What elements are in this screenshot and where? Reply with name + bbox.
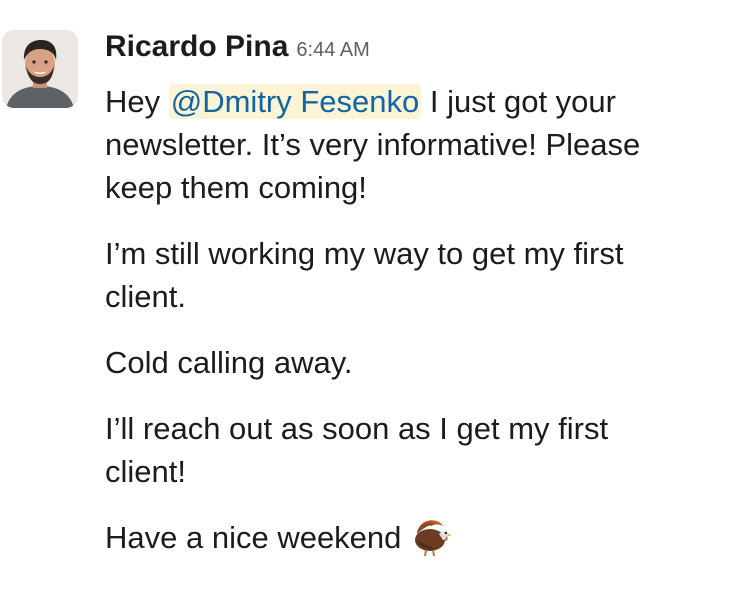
message-paragraph: Have a nice weekend	[105, 516, 736, 559]
message-body: Hey @Dmitry Fesenko I just got your news…	[105, 80, 736, 582]
sender-avatar[interactable]	[2, 30, 78, 108]
message-line: Hey @Dmitry Fesenko I just got your	[105, 84, 616, 119]
message-line: I’ll reach out as soon as I get my first	[105, 411, 609, 446]
user-mention[interactable]: @Dmitry Fesenko	[168, 84, 422, 119]
message-line: Cold calling away.	[105, 345, 353, 380]
message-paragraph: Hey @Dmitry Fesenko I just got your news…	[105, 80, 736, 209]
turkey-emoji-icon[interactable]	[409, 516, 453, 558]
message-paragraph: I’m still working my way to get my first…	[105, 232, 736, 318]
message-paragraph: Cold calling away.	[105, 341, 736, 384]
message-line: I’m still working my way to get my first	[105, 236, 624, 271]
sender-name[interactable]: Ricardo Pina	[105, 30, 288, 63]
message: Ricardo Pina 6:44 AM Hey @Dmitry Fesenko …	[0, 0, 736, 606]
user-photo-avatar-icon	[2, 30, 78, 108]
message-header: Ricardo Pina 6:44 AM	[105, 30, 370, 74]
message-line: Have a nice weekend	[105, 520, 402, 555]
message-line: client!	[105, 454, 186, 489]
message-timestamp[interactable]: 6:44 AM	[296, 39, 369, 61]
message-line: newsletter. It’s very informative! Pleas…	[105, 127, 641, 162]
message-paragraph: I’ll reach out as soon as I get my first…	[105, 407, 736, 493]
message-line: client.	[105, 279, 186, 314]
message-line: keep them coming!	[105, 170, 367, 205]
